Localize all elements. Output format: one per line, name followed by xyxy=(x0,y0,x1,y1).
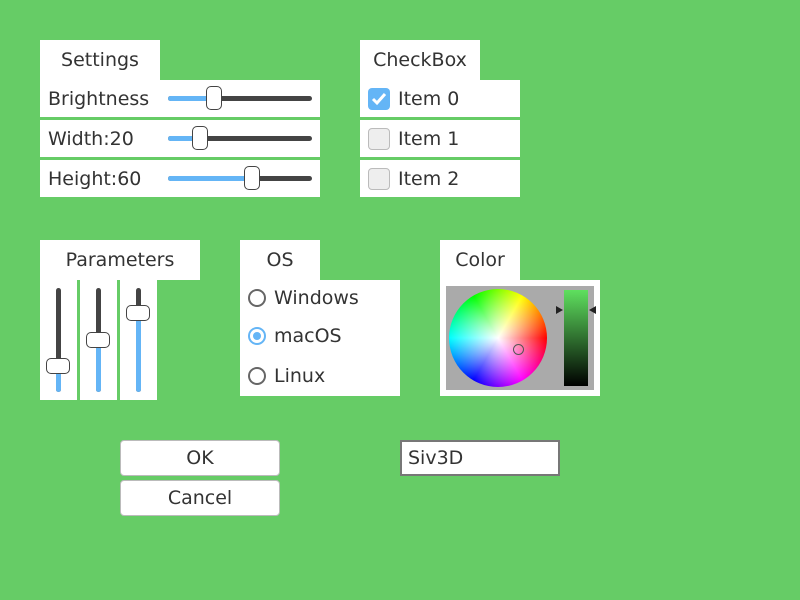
parameter-vslider-3[interactable] xyxy=(126,288,150,392)
os-title: OS xyxy=(240,240,320,280)
radio-button[interactable] xyxy=(248,367,266,385)
parameter-slider-box-2 xyxy=(80,280,117,400)
radio-option-windows[interactable]: Windows xyxy=(240,280,400,316)
radio-button-selected[interactable] xyxy=(248,327,266,345)
checkmark-icon xyxy=(371,92,387,105)
width-slider-thumb[interactable] xyxy=(192,126,208,150)
settings-title: Settings xyxy=(40,40,160,80)
height-slider[interactable] xyxy=(168,166,312,190)
brightness-label: Brightness xyxy=(48,87,150,110)
checkbox-title: CheckBox xyxy=(360,40,480,80)
parameter-slider-box-1 xyxy=(40,280,77,400)
brightness-slider-thumb[interactable] xyxy=(206,86,222,110)
parameter-slider-box-3 xyxy=(120,280,157,400)
color-picker-area xyxy=(446,286,596,390)
parameter-vslider-3-fill xyxy=(136,311,141,392)
brightness-bar[interactable] xyxy=(564,290,588,386)
color-title-label: Color xyxy=(455,249,505,271)
checkbox-item-0[interactable]: Item 0 xyxy=(360,80,520,117)
ok-button[interactable]: OK xyxy=(120,440,280,476)
height-slider-fill xyxy=(168,176,253,181)
height-slider-thumb[interactable] xyxy=(244,166,260,190)
parameter-vslider-2-thumb[interactable] xyxy=(86,332,110,348)
brightness-slider[interactable] xyxy=(168,86,312,110)
text-input-value: Siv3D xyxy=(408,447,464,469)
text-input[interactable]: Siv3D xyxy=(400,440,560,476)
os-radio-group: Windows macOS Linux xyxy=(240,280,400,396)
parameter-vslider-1[interactable] xyxy=(46,288,70,392)
width-label: Width:20 xyxy=(48,127,134,150)
brightness-row: Brightness xyxy=(40,80,320,117)
color-title: Color xyxy=(440,240,520,280)
os-title-label: OS xyxy=(266,249,294,271)
radio-label: macOS xyxy=(274,325,342,347)
parameters-title-label: Parameters xyxy=(65,249,175,271)
checkbox-item-1[interactable]: Item 1 xyxy=(360,120,520,157)
checkbox-title-label: CheckBox xyxy=(373,49,467,71)
radio-label: Windows xyxy=(274,287,359,309)
checkbox-unchecked[interactable] xyxy=(368,167,390,190)
width-row: Width:20 xyxy=(40,120,320,157)
color-wheel[interactable] xyxy=(449,289,547,387)
height-label: Height:60 xyxy=(48,167,142,190)
parameter-vslider-3-thumb[interactable] xyxy=(126,305,150,321)
checkbox-label: Item 2 xyxy=(398,167,460,190)
color-picker xyxy=(440,280,600,396)
checkbox-item-2[interactable]: Item 2 xyxy=(360,160,520,197)
radio-option-linux[interactable]: Linux xyxy=(240,356,400,396)
checkbox-unchecked[interactable] xyxy=(368,127,390,150)
checkbox-label: Item 0 xyxy=(398,87,460,110)
cancel-button[interactable]: Cancel xyxy=(120,480,280,516)
brightness-marker-right-icon[interactable] xyxy=(589,306,596,314)
radio-option-macos[interactable]: macOS xyxy=(240,316,400,356)
height-row: Height:60 xyxy=(40,160,320,197)
brightness-marker-left-icon[interactable] xyxy=(556,306,563,314)
radio-button[interactable] xyxy=(248,289,266,307)
color-wheel-cursor[interactable] xyxy=(513,344,524,355)
radio-label: Linux xyxy=(274,365,326,387)
checkbox-checked[interactable] xyxy=(368,87,390,110)
checkbox-label: Item 1 xyxy=(398,127,460,150)
parameter-vslider-1-thumb[interactable] xyxy=(46,358,70,374)
parameters-title: Parameters xyxy=(40,240,200,280)
parameter-vslider-2[interactable] xyxy=(86,288,110,392)
settings-title-label: Settings xyxy=(61,49,139,71)
width-slider[interactable] xyxy=(168,126,312,150)
